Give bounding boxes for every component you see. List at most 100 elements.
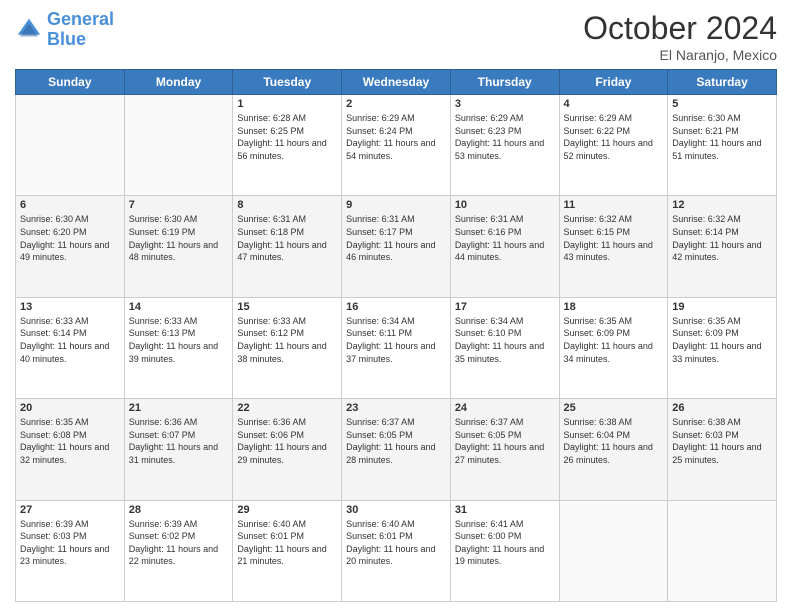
day-number: 22 — [237, 402, 337, 414]
day-info: Sunrise: 6:32 AM Sunset: 6:15 PM Dayligh… — [564, 213, 664, 263]
calendar-day-cell: 21 Sunrise: 6:36 AM Sunset: 6:07 PM Dayli… — [124, 399, 233, 500]
day-info: Sunrise: 6:31 AM Sunset: 6:17 PM Dayligh… — [346, 213, 446, 263]
calendar-day-cell: 18 Sunrise: 6:35 AM Sunset: 6:09 PM Dayli… — [559, 297, 668, 398]
calendar-day-cell: 25 Sunrise: 6:38 AM Sunset: 6:04 PM Dayli… — [559, 399, 668, 500]
day-info: Sunrise: 6:38 AM Sunset: 6:04 PM Dayligh… — [564, 416, 664, 466]
calendar-day-cell: 16 Sunrise: 6:34 AM Sunset: 6:11 PM Dayli… — [342, 297, 451, 398]
day-info: Sunrise: 6:38 AM Sunset: 6:03 PM Dayligh… — [672, 416, 772, 466]
day-number: 25 — [564, 402, 664, 414]
day-info: Sunrise: 6:35 AM Sunset: 6:08 PM Dayligh… — [20, 416, 120, 466]
day-number: 16 — [346, 301, 446, 313]
day-info: Sunrise: 6:29 AM Sunset: 6:23 PM Dayligh… — [455, 112, 555, 162]
day-info: Sunrise: 6:40 AM Sunset: 6:01 PM Dayligh… — [346, 518, 446, 568]
day-info: Sunrise: 6:41 AM Sunset: 6:00 PM Dayligh… — [455, 518, 555, 568]
calendar-day-cell: 19 Sunrise: 6:35 AM Sunset: 6:09 PM Dayli… — [668, 297, 777, 398]
day-number: 14 — [129, 301, 229, 313]
calendar-day-cell: 28Sunrise: 6:39 AM Sunset: 6:02 PM Dayli… — [124, 500, 233, 601]
weekday-header: Tuesday — [233, 70, 342, 95]
calendar-day-cell: 11 Sunrise: 6:32 AM Sunset: 6:15 PM Dayli… — [559, 196, 668, 297]
day-number: 12 — [672, 199, 772, 211]
day-info: Sunrise: 6:35 AM Sunset: 6:09 PM Dayligh… — [672, 315, 772, 365]
calendar-day-cell: 24 Sunrise: 6:37 AM Sunset: 6:05 PM Dayli… — [450, 399, 559, 500]
calendar-day-cell: 17Sunrise: 6:34 AM Sunset: 6:10 PM Dayli… — [450, 297, 559, 398]
day-number: 19 — [672, 301, 772, 313]
calendar-day-cell: 30 Sunrise: 6:40 AM Sunset: 6:01 PM Dayli… — [342, 500, 451, 601]
calendar-day-cell: 27 Sunrise: 6:39 AM Sunset: 6:03 PM Dayli… — [16, 500, 125, 601]
logo-text: General Blue — [47, 10, 114, 50]
calendar-day-cell: 29 Sunrise: 6:40 AM Sunset: 6:01 PM Dayli… — [233, 500, 342, 601]
day-number: 29 — [237, 504, 337, 516]
calendar-day-cell: 13 Sunrise: 6:33 AM Sunset: 6:14 PM Dayli… — [16, 297, 125, 398]
day-number: 7 — [129, 199, 229, 211]
day-info: Sunrise: 6:36 AM Sunset: 6:06 PM Dayligh… — [237, 416, 337, 466]
day-number: 24 — [455, 402, 555, 414]
weekday-header: Thursday — [450, 70, 559, 95]
day-number: 15 — [237, 301, 337, 313]
page: General Blue October 2024 El Naranjo, Me… — [0, 0, 792, 612]
calendar-day-cell: 15Sunrise: 6:33 AM Sunset: 6:12 PM Dayli… — [233, 297, 342, 398]
month-title: October 2024 — [583, 10, 777, 47]
calendar-week-row: 1 Sunrise: 6:28 AM Sunset: 6:25 PM Daylig… — [16, 95, 777, 196]
day-number: 10 — [455, 199, 555, 211]
location: El Naranjo, Mexico — [583, 47, 777, 63]
day-info: Sunrise: 6:37 AM Sunset: 6:05 PM Dayligh… — [455, 416, 555, 466]
calendar-day-cell — [16, 95, 125, 196]
day-number: 20 — [20, 402, 120, 414]
day-info: Sunrise: 6:29 AM Sunset: 6:22 PM Dayligh… — [564, 112, 664, 162]
day-number: 21 — [129, 402, 229, 414]
day-number: 27 — [20, 504, 120, 516]
day-info: Sunrise: 6:33 AM Sunset: 6:14 PM Dayligh… — [20, 315, 120, 365]
day-info: Sunrise: 6:36 AM Sunset: 6:07 PM Dayligh… — [129, 416, 229, 466]
day-info: Sunrise: 6:33 AM Sunset: 6:13 PM Dayligh… — [129, 315, 229, 365]
calendar-day-cell: 3 Sunrise: 6:29 AM Sunset: 6:23 PM Daylig… — [450, 95, 559, 196]
day-info: Sunrise: 6:31 AM Sunset: 6:16 PM Dayligh… — [455, 213, 555, 263]
calendar-day-cell: 6Sunrise: 6:30 AM Sunset: 6:20 PM Daylig… — [16, 196, 125, 297]
calendar-week-row: 6Sunrise: 6:30 AM Sunset: 6:20 PM Daylig… — [16, 196, 777, 297]
weekday-header: Wednesday — [342, 70, 451, 95]
day-info: Sunrise: 6:31 AM Sunset: 6:18 PM Dayligh… — [237, 213, 337, 263]
calendar-day-cell: 4Sunrise: 6:29 AM Sunset: 6:22 PM Daylig… — [559, 95, 668, 196]
weekday-header: Monday — [124, 70, 233, 95]
day-info: Sunrise: 6:28 AM Sunset: 6:25 PM Dayligh… — [237, 112, 337, 162]
calendar-day-cell: 7 Sunrise: 6:30 AM Sunset: 6:19 PM Daylig… — [124, 196, 233, 297]
day-info: Sunrise: 6:39 AM Sunset: 6:02 PM Dayligh… — [129, 518, 229, 568]
weekday-header-row: SundayMondayTuesdayWednesdayThursdayFrid… — [16, 70, 777, 95]
day-info: Sunrise: 6:34 AM Sunset: 6:11 PM Dayligh… — [346, 315, 446, 365]
calendar-day-cell: 22 Sunrise: 6:36 AM Sunset: 6:06 PM Dayli… — [233, 399, 342, 500]
day-number: 3 — [455, 98, 555, 110]
calendar-day-cell: 31Sunrise: 6:41 AM Sunset: 6:00 PM Dayli… — [450, 500, 559, 601]
calendar-week-row: 13 Sunrise: 6:33 AM Sunset: 6:14 PM Dayli… — [16, 297, 777, 398]
day-number: 1 — [237, 98, 337, 110]
day-info: Sunrise: 6:40 AM Sunset: 6:01 PM Dayligh… — [237, 518, 337, 568]
logo-blue: Blue — [47, 30, 114, 50]
day-info: Sunrise: 6:35 AM Sunset: 6:09 PM Dayligh… — [564, 315, 664, 365]
logo: General Blue — [15, 10, 114, 50]
calendar-day-cell — [668, 500, 777, 601]
calendar-day-cell: 14 Sunrise: 6:33 AM Sunset: 6:13 PM Dayli… — [124, 297, 233, 398]
day-info: Sunrise: 6:37 AM Sunset: 6:05 PM Dayligh… — [346, 416, 446, 466]
day-number: 2 — [346, 98, 446, 110]
calendar-week-row: 20 Sunrise: 6:35 AM Sunset: 6:08 PM Dayli… — [16, 399, 777, 500]
day-number: 13 — [20, 301, 120, 313]
header: General Blue October 2024 El Naranjo, Me… — [15, 10, 777, 63]
day-number: 11 — [564, 199, 664, 211]
day-number: 6 — [20, 199, 120, 211]
calendar-day-cell: 9Sunrise: 6:31 AM Sunset: 6:17 PM Daylig… — [342, 196, 451, 297]
title-block: October 2024 El Naranjo, Mexico — [583, 10, 777, 63]
weekday-header: Friday — [559, 70, 668, 95]
logo-general: General — [47, 9, 114, 29]
day-info: Sunrise: 6:32 AM Sunset: 6:14 PM Dayligh… — [672, 213, 772, 263]
day-number: 23 — [346, 402, 446, 414]
calendar-day-cell: 12 Sunrise: 6:32 AM Sunset: 6:14 PM Dayli… — [668, 196, 777, 297]
weekday-header: Saturday — [668, 70, 777, 95]
calendar-day-cell: 20 Sunrise: 6:35 AM Sunset: 6:08 PM Dayli… — [16, 399, 125, 500]
day-number: 5 — [672, 98, 772, 110]
day-number: 18 — [564, 301, 664, 313]
day-number: 30 — [346, 504, 446, 516]
day-info: Sunrise: 6:39 AM Sunset: 6:03 PM Dayligh… — [20, 518, 120, 568]
day-info: Sunrise: 6:30 AM Sunset: 6:19 PM Dayligh… — [129, 213, 229, 263]
day-info: Sunrise: 6:34 AM Sunset: 6:10 PM Dayligh… — [455, 315, 555, 365]
day-info: Sunrise: 6:29 AM Sunset: 6:24 PM Dayligh… — [346, 112, 446, 162]
calendar-table: SundayMondayTuesdayWednesdayThursdayFrid… — [15, 69, 777, 602]
calendar-day-cell: 2 Sunrise: 6:29 AM Sunset: 6:24 PM Daylig… — [342, 95, 451, 196]
